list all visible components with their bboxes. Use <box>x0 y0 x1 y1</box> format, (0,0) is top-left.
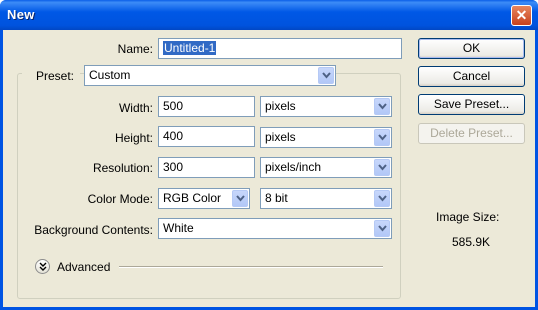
bit-depth-select[interactable]: 8 bit <box>260 188 392 209</box>
color-mode-value: RGB Color <box>163 191 222 205</box>
background-contents-value: White <box>163 221 194 235</box>
width-field[interactable]: 500 <box>158 96 255 117</box>
background-contents-label: Background Contents: <box>34 223 153 237</box>
name-label: Name: <box>117 42 153 56</box>
resolution-unit-select[interactable]: pixels/inch <box>260 157 392 178</box>
close-button[interactable]: ✕ <box>511 5 532 26</box>
height-field[interactable]: 400 <box>158 126 255 147</box>
width-unit-select[interactable]: pixels <box>260 96 392 117</box>
resolution-field[interactable]: 300 <box>158 157 255 178</box>
delete-preset-button: Delete Preset... <box>418 123 525 144</box>
color-mode-label: Color Mode: <box>87 192 153 206</box>
close-icon: ✕ <box>515 7 528 23</box>
chevron-down-icon <box>374 220 390 237</box>
chevron-down-icon <box>374 129 390 146</box>
width-label: Width: <box>118 101 153 115</box>
chevron-down-icon <box>374 190 390 207</box>
height-unit-select[interactable]: pixels <box>260 127 392 148</box>
width-value: 500 <box>163 99 184 113</box>
name-value: Untitled-1 <box>163 41 217 55</box>
title-bar[interactable]: New ✕ <box>0 0 538 30</box>
color-mode-select[interactable]: RGB Color <box>158 188 250 209</box>
ok-button[interactable]: OK <box>418 38 525 59</box>
chevron-down-icon <box>374 159 390 176</box>
save-preset-button[interactable]: Save Preset... <box>418 94 525 115</box>
double-chevron-down-icon[interactable] <box>35 259 50 274</box>
name-field[interactable]: Untitled-1 <box>158 38 402 59</box>
advanced-label[interactable]: Advanced <box>57 260 110 274</box>
dialog-window: New ✕ Name: Untitled-1 Preset: Custom Wi… <box>0 0 538 310</box>
image-size-label: Image Size: <box>436 210 500 224</box>
preset-value: Custom <box>89 68 131 82</box>
bit-depth-value: 8 bit <box>265 191 288 205</box>
dialog-title: New <box>7 7 35 22</box>
advanced-divider <box>119 266 383 268</box>
chevron-down-icon <box>374 98 390 115</box>
width-unit-value: pixels <box>265 99 296 113</box>
preset-label: Preset: <box>36 69 75 83</box>
chevron-down-icon <box>318 67 334 84</box>
height-label: Height: <box>114 131 153 145</box>
chevron-down-icon <box>232 190 248 207</box>
dialog-body: Name: Untitled-1 Preset: Custom Width: 5… <box>3 30 535 307</box>
height-unit-value: pixels <box>265 130 296 144</box>
resolution-label: Resolution: <box>92 161 153 175</box>
resolution-unit-value: pixels/inch <box>265 160 322 174</box>
height-value: 400 <box>163 129 184 143</box>
image-size-value: 585.9K <box>452 235 491 249</box>
preset-select[interactable]: Custom <box>84 65 336 86</box>
resolution-value: 300 <box>163 160 184 174</box>
cancel-button[interactable]: Cancel <box>418 66 525 87</box>
background-contents-select[interactable]: White <box>158 218 392 239</box>
